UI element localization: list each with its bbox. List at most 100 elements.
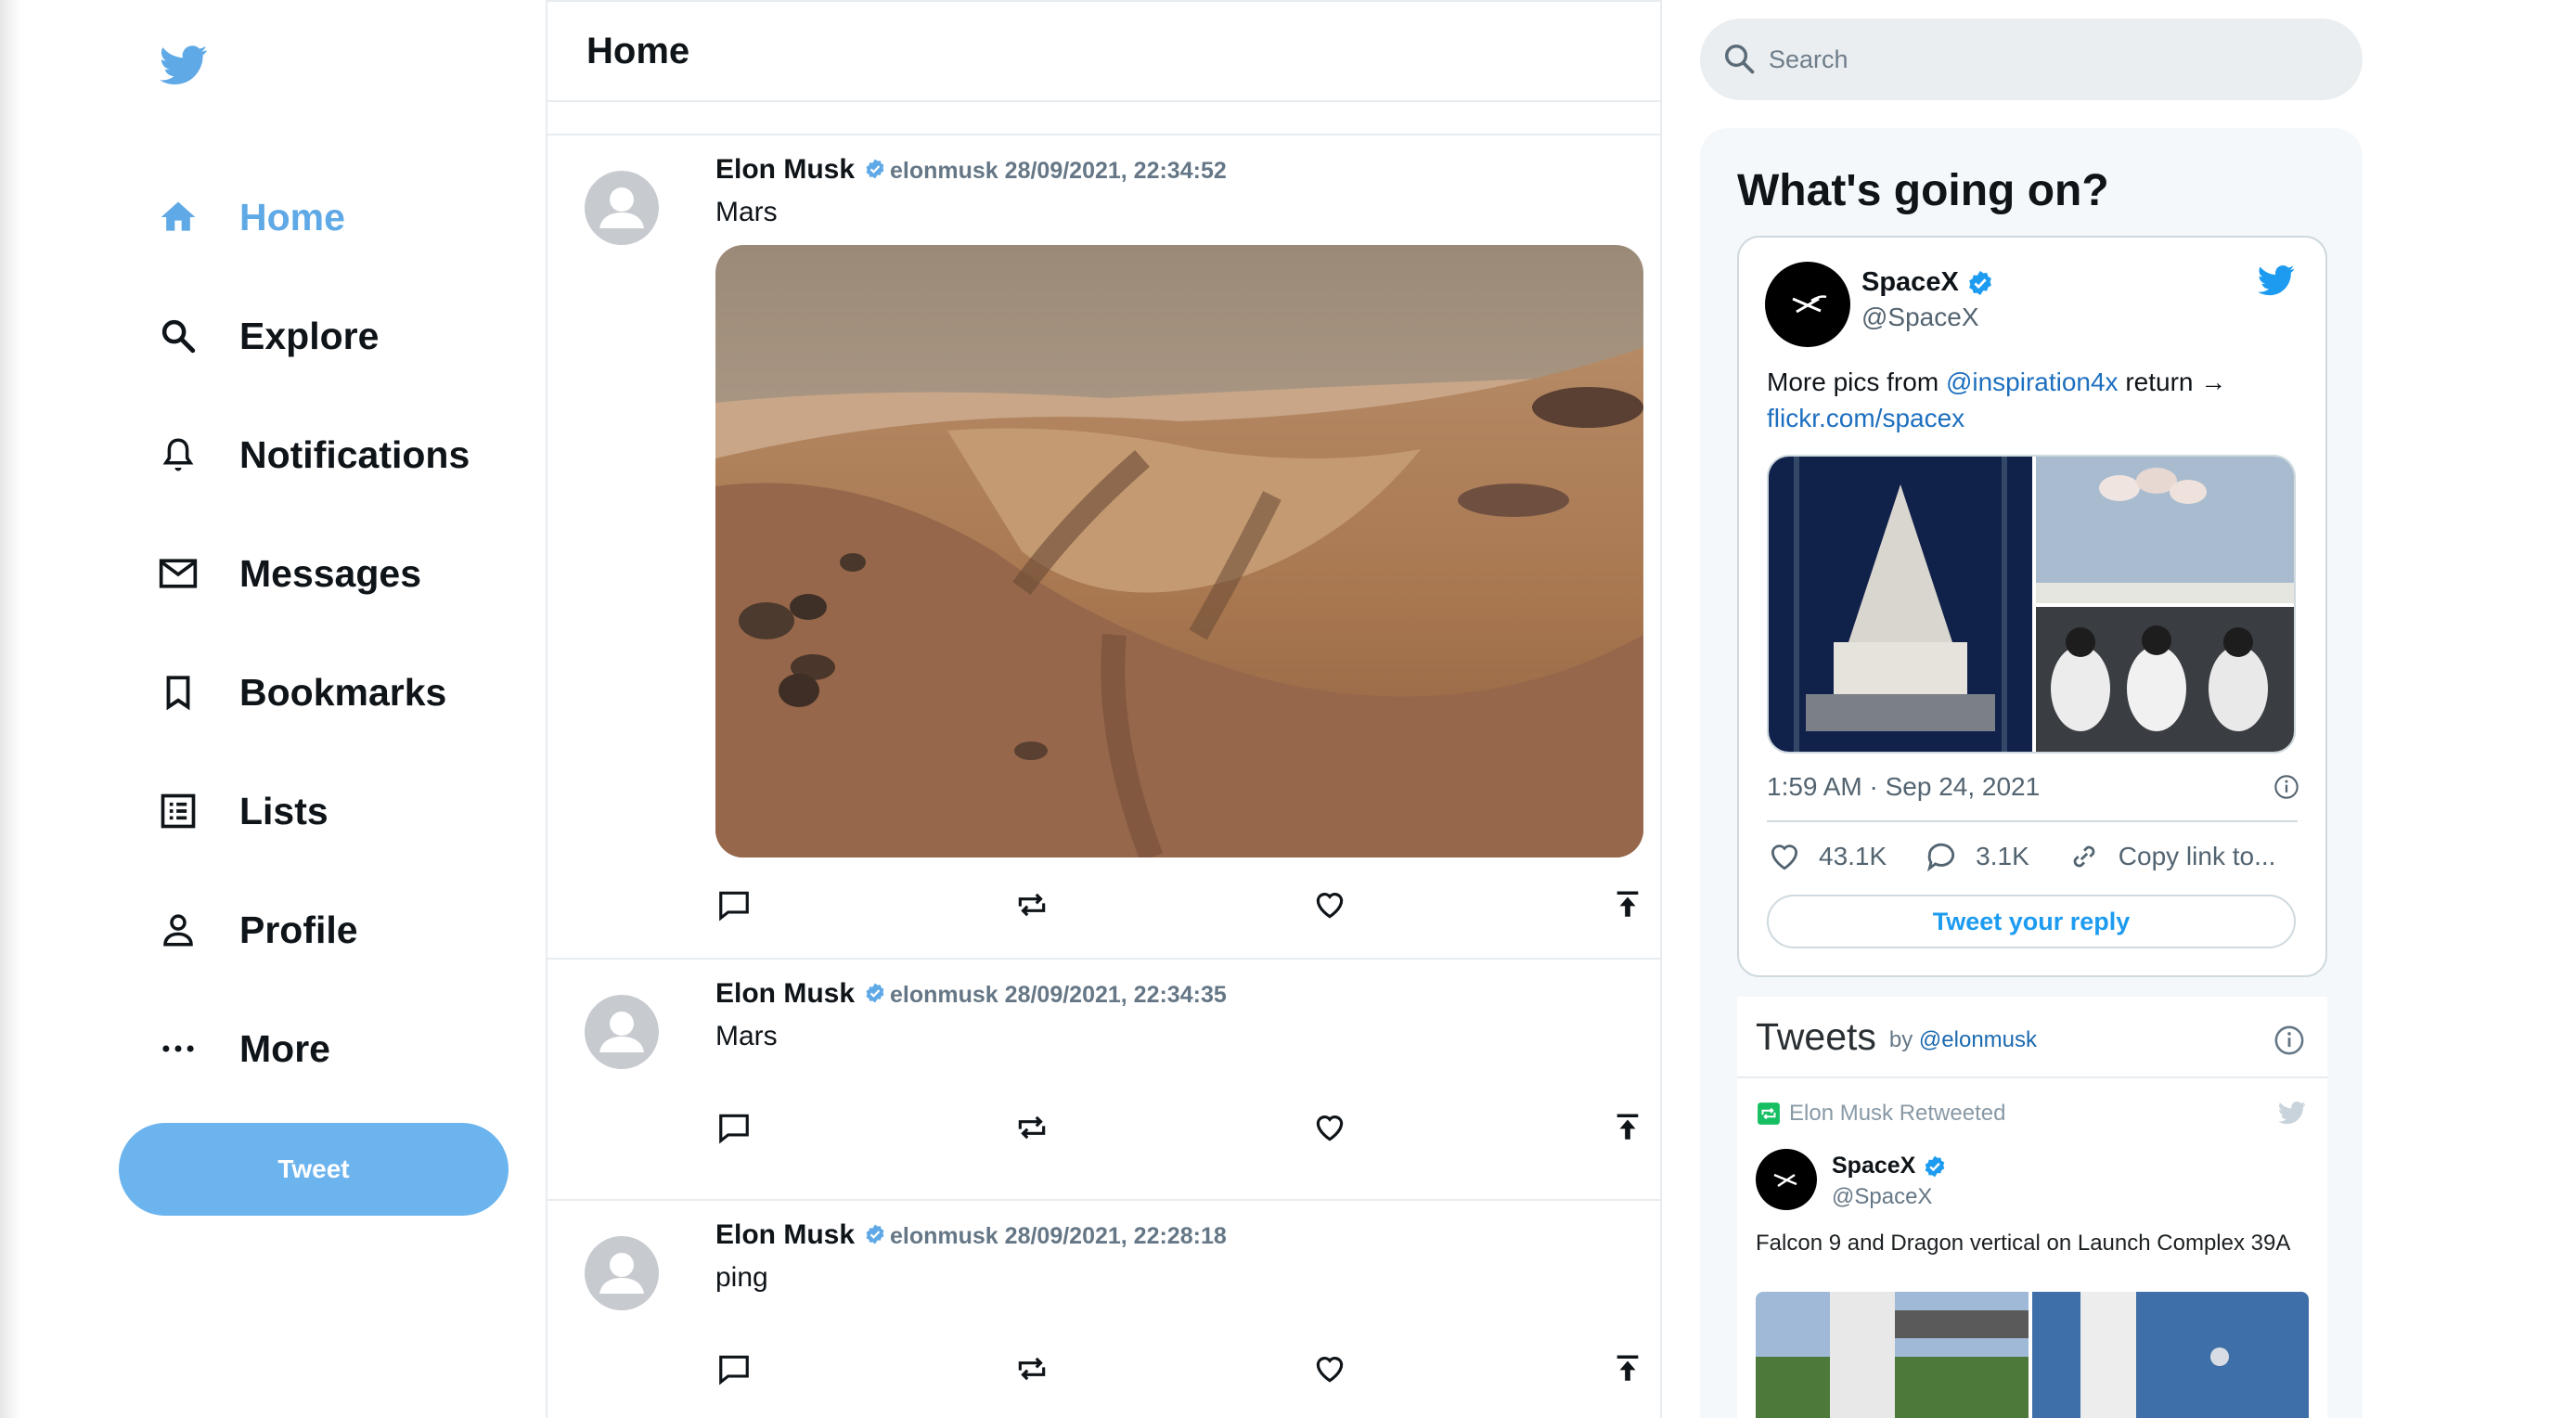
search-icon — [1725, 45, 1755, 74]
timeline-photos[interactable] — [1756, 1292, 2309, 1418]
embed-text: More pics from @inspiration4x return → f… — [1767, 364, 2305, 436]
like-icon[interactable] — [1311, 886, 1348, 923]
tweet-text: Mars — [715, 197, 778, 227]
verified-badge-icon — [1968, 270, 1991, 295]
bookmark-icon — [156, 670, 200, 715]
nav-item-lists[interactable]: Lists — [156, 752, 470, 870]
embedded-tweet[interactable]: SpaceX @SpaceX More pics from @inspirati… — [1737, 236, 2327, 977]
feed-spacer — [547, 102, 1660, 135]
nav-item-messages[interactable]: Messages — [156, 514, 470, 633]
avatar[interactable] — [1756, 1149, 1817, 1210]
mention-link[interactable]: @inspiration4x — [1946, 367, 2119, 396]
nav-item-more[interactable]: More — [156, 989, 470, 1108]
tweets-timeline: Tweets by @elonmusk Elon Musk Retweeted … — [1737, 997, 2327, 1418]
timeline-handle-link[interactable]: @elonmusk — [1919, 1027, 2037, 1052]
retweet-icon[interactable] — [1013, 1109, 1050, 1146]
mars-photo[interactable] — [715, 245, 1643, 857]
post-meta: elonmusk 28/09/2021, 22:34:52 — [890, 158, 1227, 184]
tweet-post[interactable]: Elon Musk elonmusk 28/09/2021, 22:34:35 … — [547, 960, 1660, 1201]
tweet-button[interactable]: Tweet — [119, 1123, 509, 1216]
nav-label: Notifications — [239, 432, 470, 476]
timeline-author[interactable]: SpaceX — [1832, 1153, 1947, 1180]
divider — [1767, 820, 2298, 822]
embed-text-end: return → — [2118, 367, 2227, 396]
twitter-bird-icon[interactable] — [2275, 1099, 2309, 1127]
avatar[interactable] — [585, 171, 659, 245]
author-handle[interactable]: @SpaceX — [1861, 303, 1979, 332]
nav-item-bookmarks[interactable]: Bookmarks — [156, 633, 470, 752]
flickr-link[interactable]: flickr.com/spacex — [1767, 404, 1964, 432]
copy-link-label: Copy link to... — [2118, 842, 2276, 870]
reply-icon[interactable] — [715, 886, 753, 923]
nav-label: Bookmarks — [239, 670, 447, 714]
like-icon[interactable] — [1311, 1350, 1348, 1387]
list-icon — [156, 789, 200, 833]
avatar[interactable] — [585, 1236, 659, 1310]
search-bar[interactable] — [1700, 19, 2363, 100]
link-icon — [2073, 845, 2095, 868]
by-label: by — [1888, 1027, 1913, 1052]
avatar[interactable] — [1765, 262, 1850, 347]
like-stat[interactable]: 43.1K — [1767, 839, 1887, 874]
home-feed: Home Elon Musk elonmusk 28/09/2021, 22:3… — [546, 0, 1662, 1418]
post-meta: elonmusk 28/09/2021, 22:28:18 — [890, 1223, 1227, 1249]
spacex-logo-icon — [1773, 1173, 1797, 1188]
post-meta: elonmusk 28/09/2021, 22:34:35 — [890, 982, 1227, 1008]
nav-item-explore[interactable]: Explore — [156, 277, 470, 395]
author-name: SpaceX — [1832, 1153, 1916, 1179]
tweet-actions — [715, 1340, 1646, 1398]
reply-icon[interactable] — [715, 1109, 753, 1146]
verified-badge-icon — [866, 159, 884, 179]
bell-icon — [156, 432, 200, 477]
info-icon[interactable] — [2273, 774, 2299, 800]
author-name[interactable]: Elon Musk — [715, 154, 855, 186]
tweet-post[interactable]: Elon Musk elonmusk 28/09/2021, 22:28:18 … — [547, 1201, 1660, 1418]
embed-timestamp[interactable]: 1:59 AM · Sep 24, 2021 — [1767, 772, 2040, 802]
verified-badge-icon — [866, 983, 884, 1003]
timeline-header: Tweets by @elonmusk — [1737, 997, 2327, 1078]
like-icon[interactable] — [1311, 1109, 1348, 1146]
page-title: Home — [586, 30, 690, 71]
author-name: SpaceX — [1861, 267, 1959, 297]
nav-item-notifications[interactable]: Notifications — [156, 395, 470, 514]
twitter-logo-icon[interactable] — [158, 41, 210, 89]
embed-photo-grid[interactable] — [1767, 455, 2296, 754]
reply-stat[interactable]: 3.1K — [1924, 839, 2029, 874]
tweet-actions — [715, 876, 1646, 934]
author-handle[interactable]: @SpaceX — [1832, 1184, 1932, 1210]
twitter-bird-icon[interactable] — [2255, 262, 2298, 299]
share-icon[interactable] — [1609, 1350, 1646, 1387]
retweet-icon — [1758, 1102, 1780, 1125]
info-icon[interactable] — [2273, 1025, 2305, 1056]
nav-label: Home — [239, 195, 345, 238]
nav-label: Lists — [239, 789, 328, 832]
avatar[interactable] — [585, 995, 659, 1069]
person-icon — [156, 908, 200, 952]
search-icon — [156, 314, 200, 358]
tweet-text: Mars — [715, 1021, 778, 1051]
author-name[interactable]: Elon Musk — [715, 1219, 855, 1251]
tweet-text: ping — [715, 1262, 768, 1293]
embed-author[interactable]: SpaceX — [1861, 267, 1994, 298]
nav-label: Explore — [239, 314, 380, 357]
nav-item-home[interactable]: Home — [156, 158, 470, 277]
copy-link[interactable]: Copy link to... — [2067, 839, 2276, 874]
reply-icon[interactable] — [715, 1350, 753, 1387]
tweet-actions — [715, 1099, 1646, 1156]
home-icon — [156, 195, 200, 239]
spacex-logo-icon — [1792, 295, 1827, 314]
share-icon[interactable] — [1609, 886, 1646, 923]
left-edge-shadow — [0, 0, 20, 1418]
nav-label: Messages — [239, 551, 422, 595]
author-name[interactable]: Elon Musk — [715, 978, 855, 1010]
mail-icon — [156, 551, 200, 596]
retweet-icon[interactable] — [1013, 1350, 1050, 1387]
share-icon[interactable] — [1609, 1109, 1646, 1146]
retweet-icon[interactable] — [1013, 886, 1050, 923]
nav-item-profile[interactable]: Profile — [156, 870, 470, 989]
nav-label: More — [239, 1026, 330, 1070]
tweet-reply-button[interactable]: Tweet your reply — [1767, 895, 2296, 948]
heart-icon — [1771, 844, 1798, 870]
tweet-post[interactable]: Elon Musk elonmusk 28/09/2021, 22:34:52 … — [547, 135, 1660, 960]
search-input[interactable] — [1769, 45, 2325, 74]
